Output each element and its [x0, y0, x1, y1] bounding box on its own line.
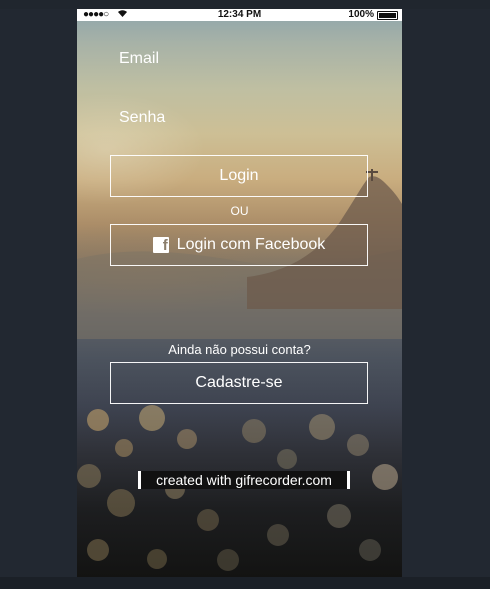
facebook-icon: f: [152, 237, 169, 253]
password-field[interactable]: Senha: [119, 109, 165, 127]
email-field[interactable]: Email: [119, 50, 159, 68]
bokeh-light: [267, 524, 289, 546]
signup-button-label: Cadastre-se: [195, 374, 283, 391]
bokeh-light: [327, 504, 351, 528]
bokeh-light: [242, 419, 266, 443]
bokeh-light: [359, 539, 381, 561]
bokeh-light: [177, 429, 197, 449]
battery-icon: [377, 11, 398, 20]
facebook-login-button[interactable]: f Login com Facebook: [110, 224, 368, 266]
status-bar: ●●●●○ 12:34 PM 100%: [77, 9, 402, 21]
battery-percentage: 100%: [348, 9, 374, 20]
bokeh-light: [87, 539, 109, 561]
login-button[interactable]: Login: [110, 155, 368, 197]
bokeh-light: [347, 434, 369, 456]
login-button-label: Login: [219, 167, 259, 184]
or-divider-text: OU: [230, 204, 249, 218]
top-background-band: [0, 0, 490, 9]
bokeh-light: [217, 549, 239, 571]
bokeh-light: [372, 464, 398, 490]
bokeh-light: [115, 439, 133, 457]
bokeh-light: [87, 409, 109, 431]
bokeh-light: [77, 464, 101, 488]
facebook-login-label: Login com Facebook: [176, 236, 326, 253]
bokeh-light: [277, 449, 297, 469]
bokeh-light: [309, 414, 335, 440]
no-account-text: Ainda não possui conta?: [168, 342, 311, 357]
bottom-background-band: [0, 577, 490, 589]
watermark: created with gifrecorder.com: [138, 471, 350, 489]
phone-screen: ●●●●○ 12:34 PM 100% Email Senha Login OU…: [77, 9, 402, 577]
bokeh-light: [139, 405, 165, 431]
bokeh-light: [197, 509, 219, 531]
bokeh-light: [147, 549, 167, 569]
bokeh-light: [107, 489, 135, 517]
signup-button[interactable]: Cadastre-se: [110, 362, 368, 404]
